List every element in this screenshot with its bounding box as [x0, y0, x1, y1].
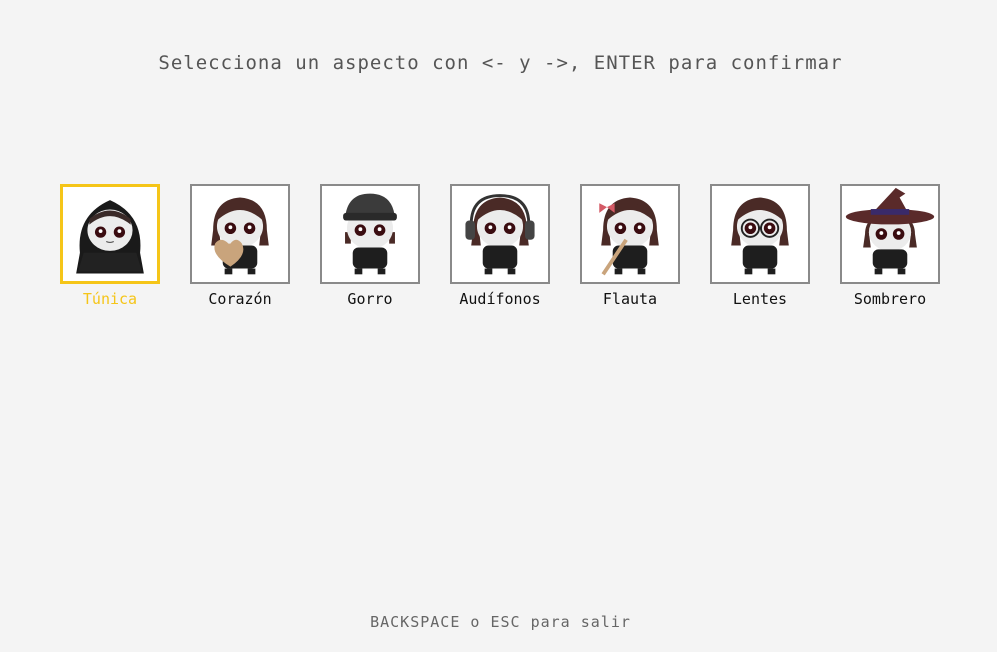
skin-label: Corazón: [208, 290, 272, 308]
skin-option-audifonos[interactable]: Audífonos: [450, 184, 550, 314]
headphones-character-icon: [450, 184, 550, 284]
skin-option-lentes[interactable]: Lentes: [710, 184, 810, 314]
hooded-cloak-character-icon: [60, 184, 160, 284]
exit-hint: BACKSPACE o ESC para salir: [370, 613, 631, 631]
skin-label: Túnica: [82, 290, 138, 308]
skin-option-sombrero[interactable]: Sombrero: [840, 184, 940, 314]
instructions-text: Selecciona un aspecto con <- y ->, ENTER…: [158, 52, 843, 74]
beanie-character-icon: [320, 184, 420, 284]
heart-holding-character-icon: [190, 184, 290, 284]
witch-hat-character-icon: [840, 184, 940, 284]
skin-option-gorro[interactable]: Gorro: [320, 184, 420, 314]
skin-label: Gorro: [347, 290, 393, 308]
glasses-character-icon: [710, 184, 810, 284]
skin-option-corazon[interactable]: Corazón: [190, 184, 290, 314]
flute-character-icon: [580, 184, 680, 284]
skin-option-flauta[interactable]: Flauta: [580, 184, 680, 314]
game-screen: Selecciona un aspecto con <- y ->, ENTER…: [2, 2, 995, 650]
skin-selector: Túnica Corazón Gorro Audífonos Flauta Le…: [60, 184, 960, 324]
skin-label: Lentes: [732, 290, 788, 308]
skin-option-tunica[interactable]: Túnica: [60, 184, 160, 314]
skin-label: Audífonos: [459, 290, 541, 308]
skin-label: Flauta: [602, 290, 658, 308]
skin-label: Sombrero: [853, 290, 927, 308]
